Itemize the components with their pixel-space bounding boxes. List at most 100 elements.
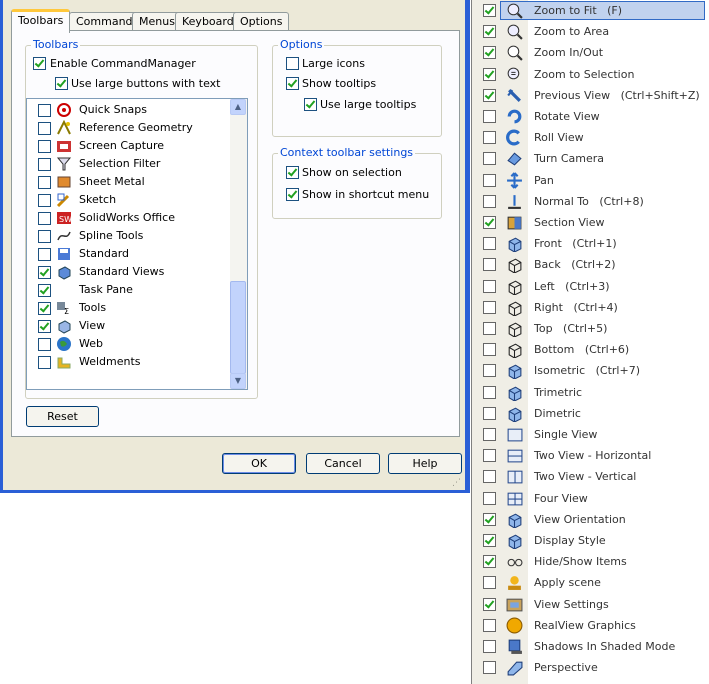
menu-item-checkbox[interactable] [483,46,496,60]
toolbar-list-checkbox[interactable] [38,158,51,171]
toolbar-list-item[interactable]: Standard Views [27,263,227,281]
menu-item-checkbox[interactable] [483,300,496,314]
toolbar-list-checkbox[interactable] [38,302,51,315]
menu-item[interactable]: Top (Ctrl+5) [472,318,709,339]
menu-item-checkbox[interactable] [483,661,496,675]
help-button[interactable]: Help [388,453,462,474]
menu-item[interactable]: Previous View (Ctrl+Shift+Z) [472,85,709,106]
menu-item-checkbox[interactable] [483,364,496,378]
menu-item[interactable]: Isometric (Ctrl+7) [472,360,709,381]
toolbar-list-checkbox[interactable] [38,122,51,135]
menu-item[interactable]: Zoom In/Out [472,42,709,63]
toolbar-list-item[interactable]: Sketch [27,191,227,209]
tab-options[interactable]: Options [233,12,290,31]
menu-item-checkbox[interactable] [483,110,496,123]
menu-item[interactable]: Two View - Horizontal [472,445,709,466]
toolbar-list-item[interactable]: View [27,317,227,335]
menu-item[interactable]: Perspective [472,657,709,678]
menu-item[interactable]: Trimetric [472,382,709,403]
menu-item-checkbox[interactable] [483,597,496,611]
reset-button[interactable]: Reset [26,406,99,427]
toolbar-list-checkbox[interactable] [38,338,51,351]
toolbar-list-checkbox[interactable] [38,248,51,261]
show-in-shortcut-checkbox[interactable] [286,188,299,201]
scroll-up-arrow-icon[interactable]: ▲ [230,99,246,115]
toolbar-list-checkbox[interactable] [38,104,51,117]
toolbar-list-checkbox[interactable] [38,140,51,153]
menu-item-checkbox[interactable] [483,385,496,399]
menu-item[interactable]: Zoom to Selection [472,64,709,85]
menu-item[interactable]: Pan [472,170,709,191]
menu-item-checkbox[interactable] [483,25,496,39]
list-scrollbar[interactable]: ▲ ▼ [230,99,247,389]
menu-item-checkbox[interactable] [483,534,496,547]
toolbar-list-checkbox[interactable] [38,212,51,225]
menu-item-checkbox[interactable] [483,131,496,145]
menu-item-checkbox[interactable] [483,449,496,463]
menu-item-checkbox[interactable] [483,322,496,335]
menu-item-checkbox[interactable] [483,258,496,272]
toolbar-list-item[interactable]: Sheet Metal [27,173,227,191]
menu-item[interactable]: Back (Ctrl+2) [472,254,709,275]
menu-item[interactable]: Left (Ctrl+3) [472,276,709,297]
ok-button[interactable]: OK [222,453,296,474]
menu-item[interactable]: Shadows In Shaded Mode [472,636,709,657]
tab-keyboard[interactable]: Keyboard [175,12,241,31]
toolbar-list-item[interactable]: Spline Tools [27,227,227,245]
menu-item[interactable]: Dimetric [472,403,709,424]
menu-item-checkbox[interactable] [483,512,496,526]
toolbar-list-checkbox[interactable] [38,356,51,369]
toolbars-list[interactable]: ▲ ▼ Quick Snaps Reference Geometry Screen … [26,98,248,390]
toolbar-list-checkbox[interactable] [38,230,51,243]
menu-item[interactable]: Roll View [472,127,709,148]
toolbar-list-item[interactable]: Screen Capture [27,137,227,155]
menu-item[interactable]: Single View [472,424,709,445]
enable-commandmanager-checkbox[interactable] [33,57,46,70]
menu-item[interactable]: View Settings [472,594,709,615]
large-tooltips-checkbox[interactable] [304,98,317,111]
menu-item[interactable]: Two View - Vertical [472,466,709,487]
menu-item[interactable]: Bottom (Ctrl+6) [472,339,709,360]
menu-item-checkbox[interactable] [483,88,496,102]
toolbar-list-item[interactable]: Web [27,335,227,353]
menu-item[interactable]: Right (Ctrl+4) [472,297,709,318]
toolbar-list-item[interactable]: Quick Snaps [27,101,227,119]
menu-item-checkbox[interactable] [483,555,496,569]
toolbar-list-checkbox[interactable] [38,266,51,279]
menu-item[interactable]: Four View [472,488,709,509]
toolbar-list-item[interactable]: Standard [27,245,227,263]
menu-item[interactable]: Turn Camera [472,148,709,169]
tab-toolbars[interactable]: Toolbars [11,9,71,33]
menu-item-checkbox[interactable] [483,470,496,484]
menu-item-checkbox[interactable] [483,576,496,590]
menu-item-checkbox[interactable] [483,152,496,166]
menu-item-checkbox[interactable] [483,343,496,357]
menu-item-checkbox[interactable] [483,618,496,632]
menu-item[interactable]: Apply scene [472,572,709,593]
menu-item[interactable]: Rotate View [472,106,709,127]
toolbar-list-item[interactable]: Weldments [27,353,227,371]
toolbar-list-checkbox[interactable] [38,320,51,333]
cancel-button[interactable]: Cancel [306,453,380,474]
toolbar-list-checkbox[interactable] [38,284,51,297]
menu-item-checkbox[interactable] [483,67,496,81]
menu-item-checkbox[interactable] [483,491,496,505]
scroll-down-arrow-icon[interactable]: ▼ [230,373,246,389]
menu-item[interactable]: RealView Graphics [472,615,709,636]
menu-item-checkbox[interactable] [483,173,496,187]
toolbar-list-item[interactable]: Reference Geometry [27,119,227,137]
resize-grip-icon[interactable]: ⋰ [452,478,461,488]
menu-item-checkbox[interactable] [483,428,496,441]
menu-item-checkbox[interactable] [483,640,496,653]
menu-item[interactable]: View Orientation [472,509,709,530]
menu-item[interactable]: Section View [472,212,709,233]
toolbar-list-item[interactable]: SW SolidWorks Office [27,209,227,227]
menu-item[interactable]: Normal To (Ctrl+8) [472,191,709,212]
menu-item-checkbox[interactable] [483,237,496,251]
toolbar-list-item[interactable]: Selection Filter [27,155,227,173]
large-buttons-checkbox[interactable] [55,77,68,90]
menu-item-checkbox[interactable] [483,194,496,208]
menu-item-checkbox[interactable] [483,279,496,293]
menu-item[interactable]: Zoom to Area [472,21,709,42]
large-icons-checkbox[interactable] [286,57,299,70]
